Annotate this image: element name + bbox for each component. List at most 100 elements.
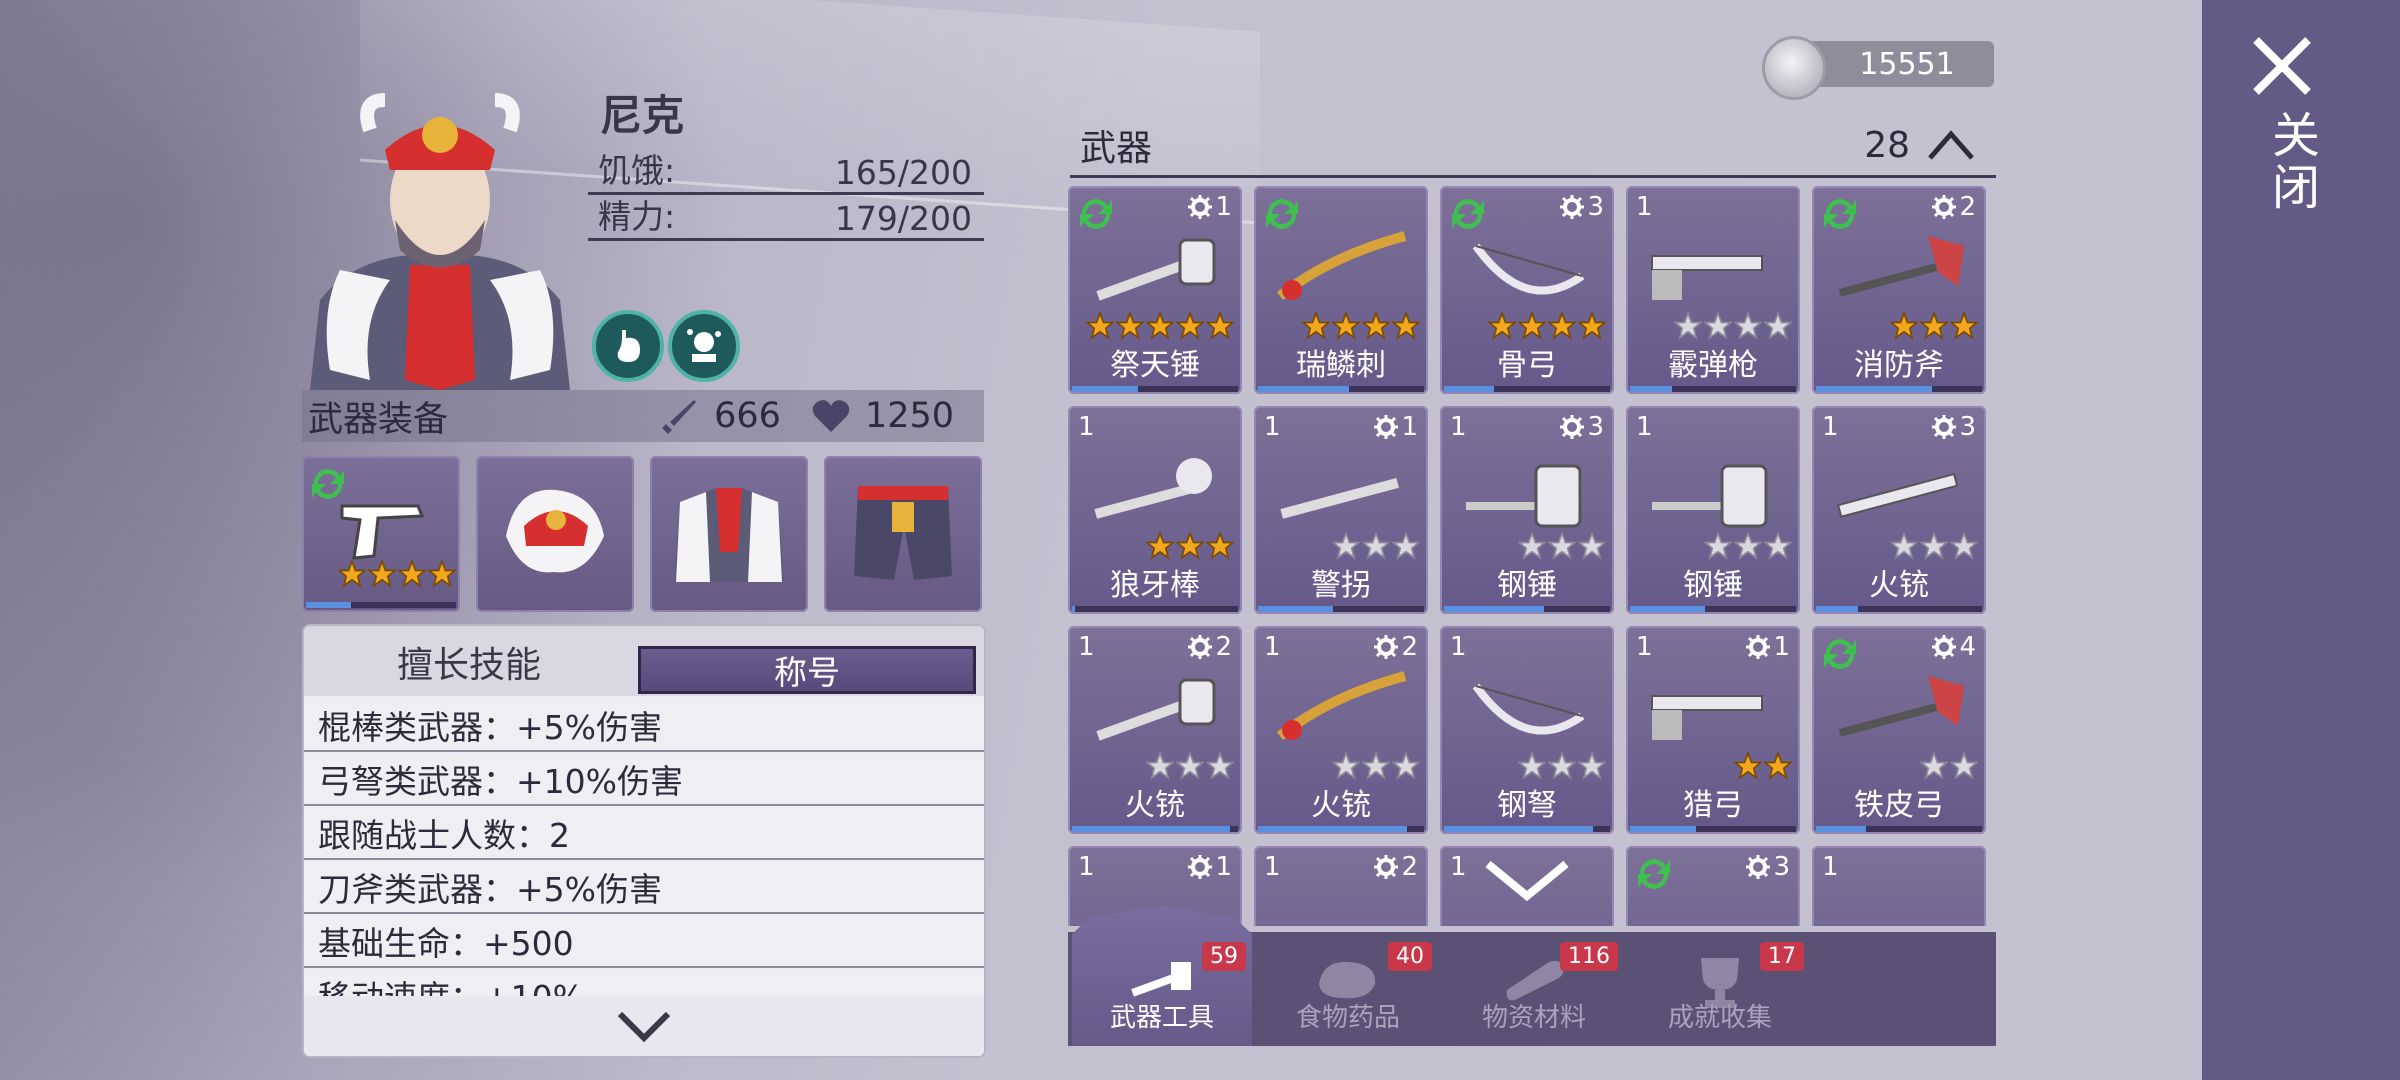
star-icon bbox=[1704, 312, 1732, 340]
skill-list[interactable]: 棍棒类武器：+5%伤害 弓弩类武器：+10%伤害 跟随战士人数：2 刀斧类武器：… bbox=[304, 700, 984, 996]
weapon-gear: 1 bbox=[1187, 852, 1232, 882]
gear-level: 1 bbox=[1215, 192, 1232, 222]
weapon-progress bbox=[1630, 606, 1796, 612]
weapon-card[interactable]: 1 钢弩 bbox=[1440, 626, 1614, 834]
hunger-value: 165/200 bbox=[834, 153, 972, 192]
star-icon bbox=[1362, 312, 1390, 340]
close-sidebar[interactable]: 关闭 bbox=[2202, 0, 2400, 1080]
weapon-stars bbox=[1302, 312, 1420, 340]
tab-titles[interactable]: 称号 bbox=[638, 646, 976, 694]
weapon-name: 骨弓 bbox=[1497, 348, 1557, 383]
weapon-gear: 3 bbox=[1931, 412, 1976, 442]
weapon-card[interactable]: 1 1 警拐 bbox=[1254, 406, 1428, 614]
weapons-count-toggle[interactable]: 28 bbox=[1864, 125, 1996, 166]
weapons-header: 武器 28 bbox=[1070, 115, 1996, 178]
skill-item: 跟随战士人数：2 bbox=[304, 808, 984, 860]
weapon-card[interactable]: 1 3 火铳 bbox=[1812, 406, 1986, 614]
gear-icon bbox=[1188, 195, 1213, 219]
star-icon bbox=[1890, 312, 1918, 340]
tab-food-medicine[interactable]: 40 食物药品 bbox=[1258, 932, 1438, 1046]
weapon-card[interactable]: 1 bbox=[1440, 846, 1614, 926]
weapon-card[interactable]: 1 3 钢锤 bbox=[1440, 406, 1614, 614]
weapon-art bbox=[1651, 695, 1763, 740]
weapon-gear: 1 bbox=[1373, 412, 1418, 442]
star-icon bbox=[1920, 312, 1948, 340]
weapon-art bbox=[1838, 676, 1964, 737]
weapon-card[interactable]: 1 2 火铳 bbox=[1254, 626, 1428, 834]
weapon-art bbox=[1651, 255, 1763, 300]
weapon-art bbox=[1276, 231, 1407, 300]
star-icon bbox=[1518, 532, 1546, 560]
weapon-card[interactable]: 瑞鳞刺 bbox=[1254, 186, 1428, 394]
gear-level: 3 bbox=[1773, 852, 1790, 882]
weapon-level: 1 bbox=[1264, 852, 1281, 882]
weapon-card[interactable]: 3 骨弓 bbox=[1440, 186, 1614, 394]
weapon-art bbox=[1828, 906, 1970, 926]
weapon-level: 1 bbox=[1264, 632, 1281, 662]
star-icon bbox=[1950, 532, 1978, 560]
skill-item: 基础生命：+500 bbox=[304, 916, 984, 968]
tab-achievements[interactable]: 17 成就收集 bbox=[1630, 932, 1810, 1046]
weapon-art bbox=[1838, 236, 1964, 297]
star-icon bbox=[1578, 532, 1606, 560]
gear-level: 2 bbox=[1401, 632, 1418, 662]
energy-label: 精力: bbox=[598, 197, 676, 236]
equipment-title: 武器装备 bbox=[308, 399, 449, 440]
weapon-art bbox=[1472, 683, 1585, 735]
weapon-stars bbox=[1086, 312, 1234, 340]
weapon-art bbox=[1466, 464, 1582, 528]
tab-supplies[interactable]: 116 物资材料 bbox=[1444, 932, 1624, 1046]
stomach-ability-icon[interactable] bbox=[592, 310, 664, 382]
coin-icon bbox=[1762, 36, 1826, 100]
badge-weapons: 59 bbox=[1202, 942, 1246, 971]
chevron-up-icon bbox=[1928, 130, 1974, 160]
gear-icon bbox=[1746, 855, 1771, 879]
tab-label: 物资材料 bbox=[1481, 1003, 1586, 1033]
weapon-progress bbox=[1816, 606, 1982, 612]
weapon-card[interactable]: 2 消防斧 bbox=[1812, 186, 1986, 394]
equip-slot-pants[interactable] bbox=[824, 456, 982, 612]
expand-skills-button[interactable] bbox=[304, 996, 984, 1056]
equip-slot-coat[interactable] bbox=[650, 456, 808, 612]
weapon-gear: 2 bbox=[1931, 192, 1976, 222]
skill-item: 移动速度：+10% bbox=[304, 970, 984, 996]
weapon-art bbox=[1836, 472, 1959, 518]
tab-skills[interactable]: 擅长技能 bbox=[304, 634, 634, 690]
weapon-card[interactable]: 1 钢锤 bbox=[1626, 406, 1800, 614]
ghost-ability-icon[interactable] bbox=[668, 310, 740, 382]
weapon-card[interactable]: 1 祭天锤 bbox=[1068, 186, 1242, 394]
equip-slot-weapon[interactable] bbox=[302, 456, 460, 612]
star-icon bbox=[1734, 312, 1762, 340]
tab-weapons-tools[interactable]: 59 武器工具 bbox=[1072, 906, 1252, 1046]
gear-level: 1 bbox=[1401, 412, 1418, 442]
attack-stat: 666 bbox=[660, 396, 781, 436]
equip-slot-hat[interactable] bbox=[476, 456, 634, 612]
weapon-name: 火铳 bbox=[1311, 788, 1371, 823]
weapon-progress bbox=[1072, 826, 1238, 832]
hunger-stat: 饥饿: 165/200 bbox=[588, 148, 984, 195]
weapon-card[interactable]: 3 bbox=[1626, 846, 1800, 926]
weapon-progress bbox=[1816, 386, 1982, 392]
badge-supplies: 116 bbox=[1560, 942, 1618, 971]
weapon-card[interactable]: 1 2 火铳 bbox=[1068, 626, 1242, 834]
weapon-art bbox=[1280, 478, 1399, 519]
weapon-card[interactable]: 4 铁皮弓 bbox=[1812, 626, 1986, 834]
weapon-card[interactable]: 1 霰弹枪 bbox=[1626, 186, 1800, 394]
weapon-gear: 3 bbox=[1559, 412, 1604, 442]
chevron-down-icon bbox=[617, 1011, 671, 1042]
weapon-stars bbox=[1704, 532, 1792, 560]
hunger-label: 饥饿: bbox=[598, 151, 676, 190]
star-icon bbox=[1146, 532, 1174, 560]
star-icon bbox=[1362, 752, 1390, 780]
weapon-art bbox=[1096, 238, 1216, 301]
chevron-down-icon[interactable] bbox=[1482, 856, 1572, 906]
close-icon[interactable] bbox=[2250, 34, 2314, 98]
weapon-card[interactable]: 12 bbox=[1254, 846, 1428, 926]
weapons-title: 武器 bbox=[1080, 128, 1153, 169]
weapon-card[interactable]: 1 bbox=[1812, 846, 1986, 926]
weapon-card[interactable]: 1 狼牙棒 bbox=[1068, 406, 1242, 614]
weapon-progress bbox=[1444, 386, 1610, 392]
star-icon bbox=[1734, 532, 1762, 560]
weapon-progress bbox=[1072, 606, 1238, 612]
weapon-card[interactable]: 1 1 猎弓 bbox=[1626, 626, 1800, 834]
